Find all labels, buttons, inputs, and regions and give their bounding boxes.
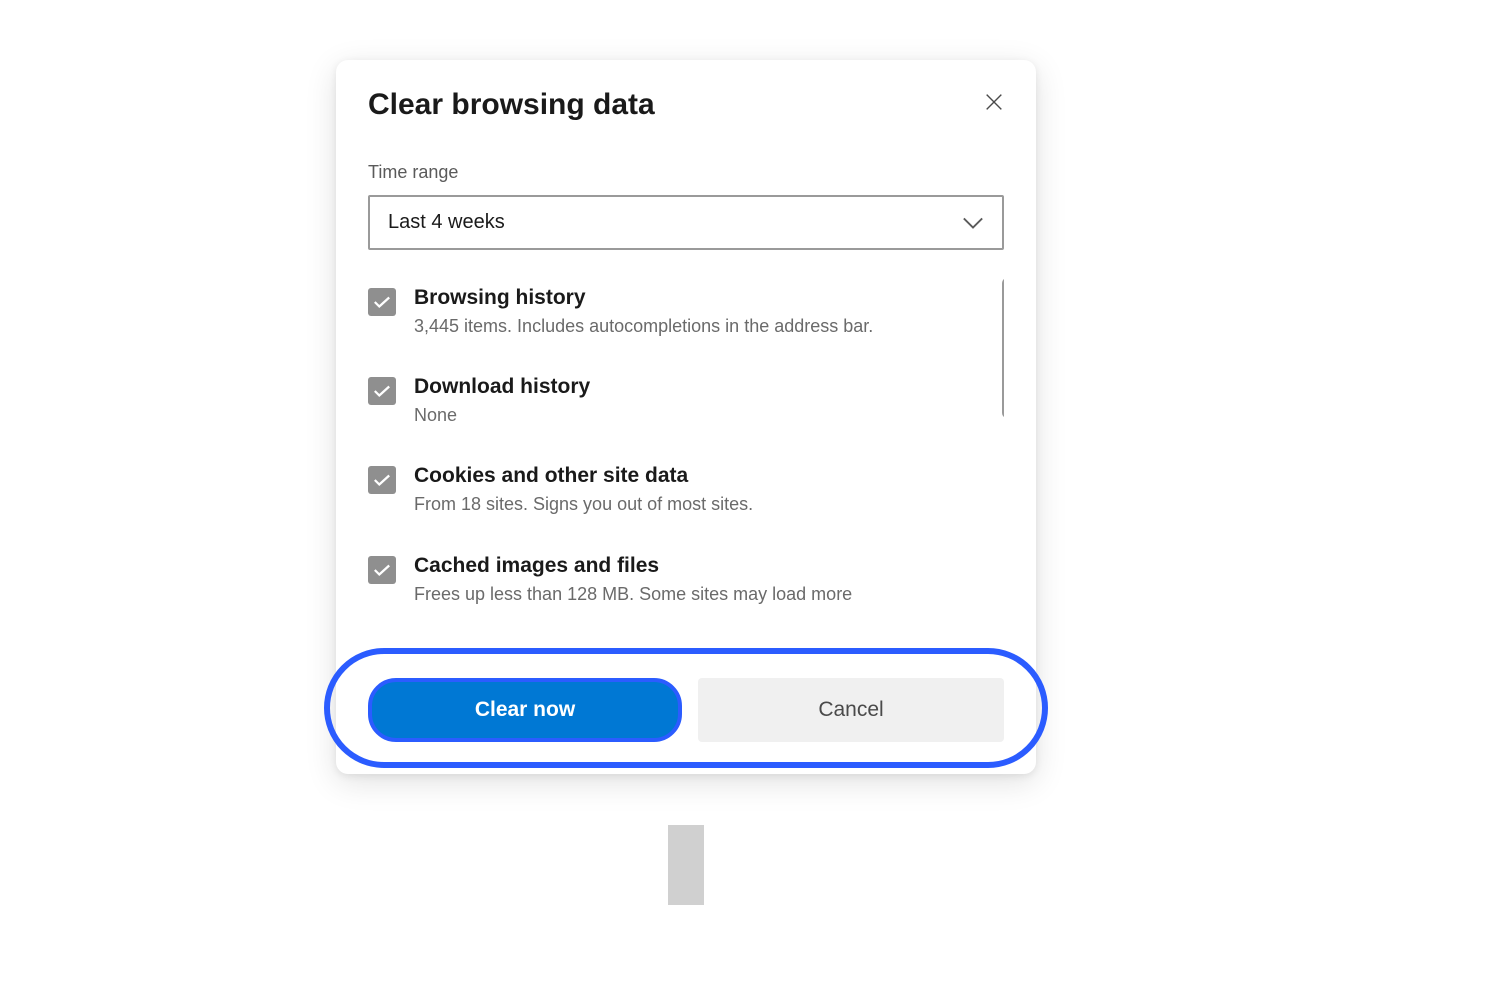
option-text: Browsing history 3,445 items. Includes a… — [414, 286, 1004, 339]
checkbox-cached-files[interactable] — [368, 556, 396, 584]
option-description: None — [414, 403, 1004, 428]
scrollbar-thumb[interactable] — [1002, 278, 1004, 418]
cancel-button[interactable]: Cancel — [698, 678, 1004, 742]
option-cached-files[interactable]: Cached images and files Frees up less th… — [368, 546, 1004, 615]
option-description: 3,445 items. Includes autocompletions in… — [414, 314, 1004, 339]
option-title: Cookies and other site data — [414, 464, 1004, 488]
option-text: Download history None — [414, 375, 1004, 428]
time-range-select[interactable]: Last 4 weeks — [368, 195, 1004, 250]
chevron-down-icon — [962, 216, 984, 230]
option-title: Download history — [414, 375, 1004, 399]
time-range-label: Time range — [368, 162, 1004, 183]
checkmark-icon — [373, 563, 391, 577]
checkmark-icon — [373, 295, 391, 309]
option-text: Cached images and files Frees up less th… — [414, 554, 1004, 607]
checkbox-download-history[interactable] — [368, 377, 396, 405]
option-title: Cached images and files — [414, 554, 1004, 578]
checkbox-cookies[interactable] — [368, 466, 396, 494]
option-browsing-history[interactable]: Browsing history 3,445 items. Includes a… — [368, 278, 1004, 347]
checkbox-browsing-history[interactable] — [368, 288, 396, 316]
option-description: From 18 sites. Signs you out of most sit… — [414, 492, 1004, 517]
options-list: Browsing history 3,445 items. Includes a… — [368, 278, 1004, 648]
checkmark-icon — [373, 473, 391, 487]
close-button[interactable] — [980, 88, 1008, 116]
option-text: Cookies and other site data From 18 site… — [414, 464, 1004, 517]
close-icon — [983, 91, 1005, 113]
callout-stem — [668, 825, 704, 905]
option-cookies[interactable]: Cookies and other site data From 18 site… — [368, 456, 1004, 525]
option-download-history[interactable]: Download history None — [368, 367, 1004, 436]
dialog-buttons: Clear now Cancel — [368, 678, 1004, 742]
checkmark-icon — [373, 384, 391, 398]
option-title: Browsing history — [414, 286, 1004, 310]
dialog-title: Clear browsing data — [368, 88, 1004, 122]
time-range-value: Last 4 weeks — [388, 211, 505, 234]
option-description: Frees up less than 128 MB. Some sites ma… — [414, 582, 1004, 607]
clear-browsing-data-dialog: Clear browsing data Time range Last 4 we… — [336, 60, 1036, 774]
clear-now-button[interactable]: Clear now — [368, 678, 682, 742]
